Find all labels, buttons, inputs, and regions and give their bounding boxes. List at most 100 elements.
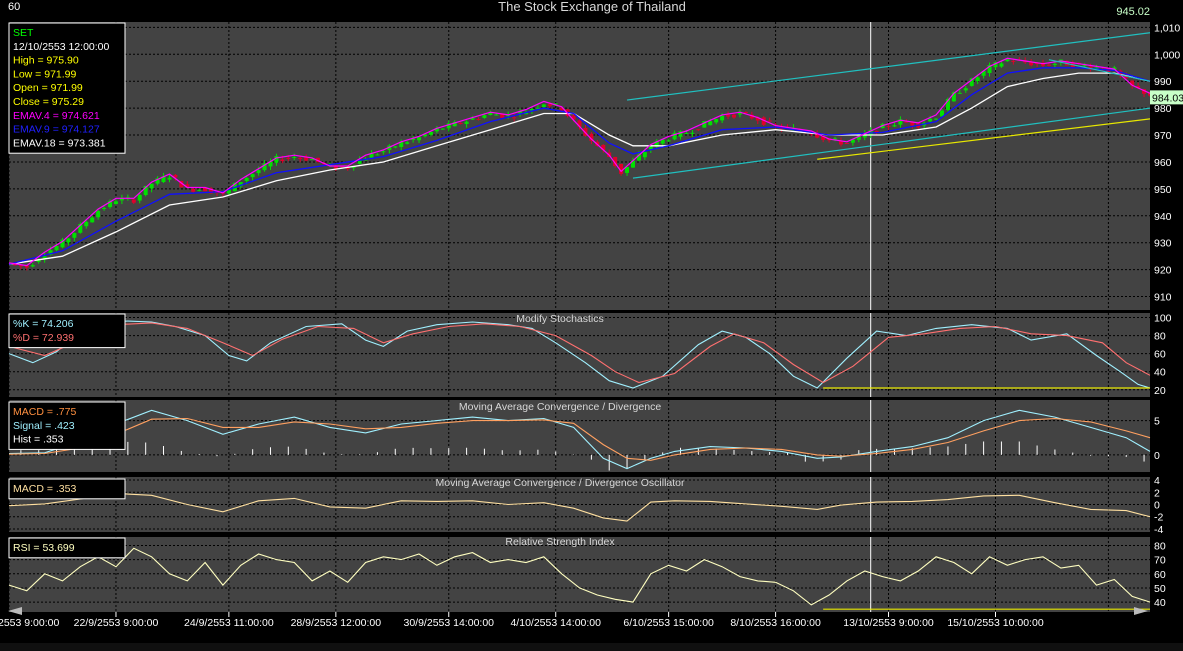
candle-body [844,143,849,145]
candle-body [512,117,517,119]
legend-entry: %K = 74.206 [13,318,74,330]
stochastics-title: Modify Stochastics [516,313,604,325]
candle-body [547,104,552,107]
candle-body [464,121,469,124]
panel-4 [8,537,1150,612]
candle-body [999,63,1004,67]
y-tick-label: 60 [1154,349,1166,361]
candle-body [696,129,701,131]
candle-body [417,137,422,141]
y-tick-label: 60 [1154,569,1166,581]
legend-entry: MACD = .353 [13,483,76,495]
y-tick-label: 40 [1154,367,1166,379]
legend-entry: SET [13,27,34,39]
y-tick-label: 1,010 [1154,22,1180,34]
candle-body [928,118,933,122]
candle-body [149,183,154,189]
y-tick-label: 80 [1154,540,1166,552]
candle-body [963,88,968,91]
y-tick-label: 70 [1154,555,1166,567]
y-tick-label: -2 [1154,512,1163,524]
time-label: 28/9/2553 12:00:00 [291,617,382,629]
candle-body [666,140,671,142]
candle-body [720,115,725,121]
candle-body [1046,64,1051,66]
y-tick-label: 980 [1154,103,1172,115]
candle-body [54,245,59,251]
legend-entry: MACD = .775 [13,406,76,418]
y-tick-label: 50 [1154,583,1166,595]
time-label: 6/10/2553 15:00:00 [623,617,714,629]
candle-body [197,189,202,191]
candle-body [375,154,380,156]
y-tick-label: -4 [1154,524,1163,536]
panel-background [9,22,1150,310]
candle-body [256,170,261,174]
legend-entry: Open = 971.99 [13,82,83,94]
rsi-legend: RSI = 53.699 [8,537,126,559]
y-tick-label: 930 [1154,238,1172,250]
chart-title: The Stock Exchange of Thailand [498,0,686,14]
candle-body [767,120,772,122]
candle-body [541,104,546,108]
candle-body [886,126,891,128]
candle-body [250,174,255,178]
stock-chart[interactable]: 60 The Stock Exchange of Thailand 945.02… [0,0,1183,651]
stochastics-legend: %K = 74.206 %D = 72.939 [8,313,126,349]
candle-body [1052,63,1057,65]
candle-body [476,119,481,121]
panel-background [9,537,1150,612]
candle-body [30,265,35,267]
panel-0 [8,22,1150,310]
candle-body [428,131,433,135]
candle-body [975,77,980,82]
legend-entry: RSI = 53.699 [13,542,75,554]
legend-entry: Hist = .353 [13,434,64,446]
candle-body [892,125,897,127]
candle-body [280,159,285,162]
info-box: SET 12/10/2553 12:00:00 High = 975.90Low =… [8,22,126,154]
legend-entry: High = 975.90 [13,55,79,67]
rsi-title: Relative Strength Index [505,536,615,548]
time-label: 13/10/2553 9:00:00 [843,617,934,629]
macd-legend: MACD = .775 Signal = .423 Hist = .353 [8,401,126,450]
legend-entry: EMAV.18 = 973.381 [13,137,106,149]
candle-body [690,132,695,134]
y-tick-label: 4 [1154,475,1160,487]
candle-body [286,157,291,159]
time-label: 24/9/2553 11:00:00 [184,617,274,629]
y-tick-label: 5 [1154,416,1160,428]
scrollbar-track[interactable] [0,643,1183,651]
candle-body [1011,60,1016,62]
candle-body [381,151,386,153]
y-tick-label: 990 [1154,76,1172,88]
legend-entry: Close = 975.29 [13,96,84,108]
candle-body [84,221,89,227]
candle-body [934,118,939,120]
candle-body [137,194,142,201]
time-label: 22/9/2553 9:00:00 [74,617,159,629]
y-tick-label: 40 [1154,597,1166,609]
candle-body [684,133,689,135]
candle-body [292,156,297,158]
y-tick-label: 0 [1154,500,1160,512]
legend-entry: %D = 72.939 [13,332,74,344]
time-label: 15/10/2553 10:00:00 [947,617,1044,629]
candle-body [708,121,713,126]
candle-body [393,146,398,148]
y-tick-label: 2 [1154,487,1160,499]
candle-body [96,210,101,218]
y-tick-label: 960 [1154,157,1172,169]
candle-body [726,114,731,117]
candle-body [102,207,107,209]
y-tick-label: 20 [1154,385,1166,397]
candle-body [482,115,487,118]
candle-body [131,199,136,203]
macd-title: Moving Average Convergence / Divergence [459,401,662,413]
last-price-label: 984.03 [1152,92,1183,104]
candle-body [732,114,737,118]
legend-entry: 12/10/2553 12:00:00 [13,41,110,53]
candle-body [642,151,647,158]
legend-entry: EMAV.4 = 974.621 [13,110,100,122]
candle-body [244,178,249,181]
